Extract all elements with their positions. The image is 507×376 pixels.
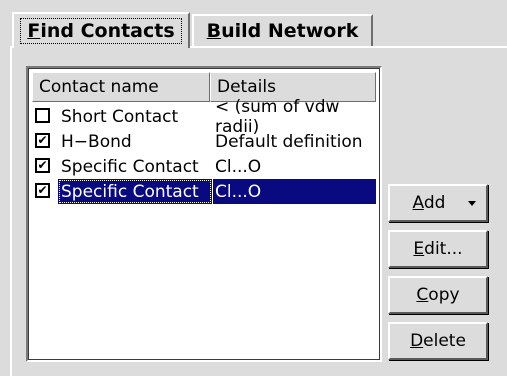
delete-button[interactable]: Delete [388,322,488,360]
add-button[interactable]: Add [388,184,488,222]
contacts-list[interactable]: Contact name Details Short Contact < (su… [26,66,382,362]
list-item[interactable]: ✔ Specific Contact Cl...O [32,154,376,179]
contact-details: Cl...O [215,156,262,177]
contact-details: Cl...O [213,179,376,204]
contact-checkbox[interactable] [35,108,50,123]
column-header-contact-name[interactable]: Contact name [32,72,210,102]
tab-build-network[interactable]: Build Network [192,14,373,46]
contact-checkbox[interactable]: ✔ [35,158,50,173]
edit-button[interactable]: Edit... [388,230,488,268]
contact-name: Specific Contact [61,156,199,177]
add-button-label: Add [412,193,446,213]
contact-name: Short Contact [61,106,179,127]
list-item[interactable]: Short Contact < (sum of vdw radii) [32,96,376,137]
tab-find-contacts-label: Find Contacts [20,18,182,44]
contact-details: < (sum of vdw radii) [215,96,340,137]
contact-checkbox[interactable]: ✔ [35,133,50,148]
contact-name: Specific Contact [58,179,212,204]
contact-details: Default definition [215,131,363,152]
list-item-selected[interactable]: ✔ Specific Contact Cl...O [32,179,376,204]
tab-find-contacts[interactable]: Find Contacts [12,12,190,48]
contact-checkbox[interactable]: ✔ [35,183,50,198]
contact-name: H−Bond [61,131,132,152]
tab-build-network-label: Build Network [206,20,359,42]
dropdown-arrow-icon [468,201,476,206]
list-item[interactable]: ✔ H−Bond Default definition [32,129,376,154]
delete-button-label: Delete [410,331,466,351]
edit-button-label: Edit... [413,239,463,259]
copy-button[interactable]: Copy [388,276,488,314]
copy-button-label: Copy [416,285,460,305]
